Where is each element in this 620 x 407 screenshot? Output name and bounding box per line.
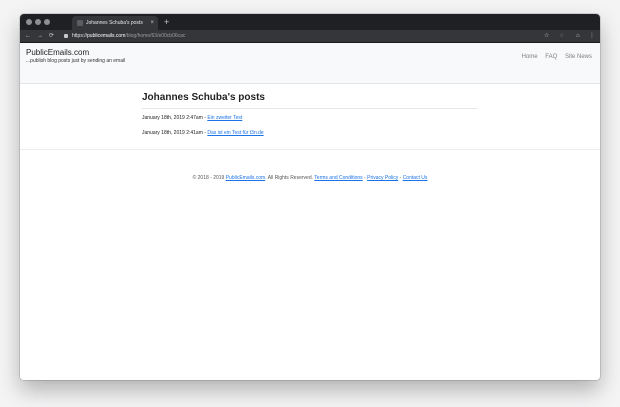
site-tagline: ...publish blog posts just by sending an… bbox=[26, 58, 126, 64]
footer-divider bbox=[20, 149, 600, 150]
forward-icon[interactable]: → bbox=[37, 30, 43, 42]
new-tab-button[interactable]: + bbox=[164, 15, 169, 29]
post-item: January 18th, 2019 2:41am - Das ist ein … bbox=[142, 129, 264, 137]
site-brand[interactable]: PublicEmails.com bbox=[26, 48, 89, 58]
bookmark-star-icon[interactable]: ☆ bbox=[544, 30, 549, 42]
close-tab-icon[interactable]: × bbox=[150, 18, 154, 28]
page-title: Johannes Schuba's posts bbox=[142, 92, 265, 103]
browser-toolbar: ← → ⟳ https://publicemails.com/blog/home… bbox=[20, 30, 600, 43]
tab-title: Johannes Schuba's posts bbox=[86, 20, 143, 26]
address-bar[interactable]: https://publicemails.com/blog/home/63/e0… bbox=[72, 30, 185, 42]
close-window-dot[interactable] bbox=[26, 19, 32, 25]
nav-faq-link[interactable]: FAQ bbox=[545, 54, 557, 60]
profile-icon[interactable]: ⌂ bbox=[576, 30, 580, 42]
post-date: January 18th, 2019 2:41am bbox=[142, 130, 203, 136]
site-header: PublicEmails.com ...publish blog posts j… bbox=[20, 43, 600, 84]
nav-site-news-link[interactable]: Site News bbox=[565, 54, 592, 60]
browser-window: Johannes Schuba's posts × + ← → ⟳ https:… bbox=[20, 14, 600, 380]
menu-icon[interactable]: ⋮ bbox=[589, 30, 595, 42]
post-date: January 18th, 2019 2:47am bbox=[142, 115, 203, 121]
footer-copyright: © 2018 - 2019 bbox=[192, 175, 226, 181]
back-icon[interactable]: ← bbox=[25, 30, 31, 42]
terms-link[interactable]: Terms and Conditions bbox=[314, 175, 362, 181]
post-link[interactable]: Ein zweiter Test bbox=[207, 115, 242, 121]
site-footer: © 2018 - 2019 PublicEmails.com. All Righ… bbox=[20, 174, 600, 182]
url-scheme: https:// bbox=[72, 33, 88, 39]
active-tab[interactable]: Johannes Schuba's posts × bbox=[72, 16, 158, 30]
footer-site-link[interactable]: PublicEmails.com bbox=[226, 175, 265, 181]
privacy-link[interactable]: Privacy Policy bbox=[367, 175, 398, 181]
page-content: PublicEmails.com ...publish blog posts j… bbox=[20, 43, 600, 380]
url-host: publicemails.com bbox=[87, 33, 126, 39]
lock-icon bbox=[64, 34, 68, 38]
url-path: /blog/home/63/e00cb06cac bbox=[125, 33, 186, 39]
nav-home-link[interactable]: Home bbox=[522, 54, 538, 60]
maximize-window-dot[interactable] bbox=[44, 19, 50, 25]
reload-icon[interactable]: ⟳ bbox=[49, 30, 54, 42]
tab-strip: Johannes Schuba's posts × + bbox=[20, 14, 600, 30]
footer-rights: . All Rights Reserved. bbox=[265, 175, 315, 181]
contact-link[interactable]: Contact Us bbox=[403, 175, 428, 181]
post-item: January 18th, 2019 2:47am - Ein zweiter … bbox=[142, 114, 242, 122]
favicon-icon bbox=[77, 20, 83, 26]
post-link[interactable]: Das ist ein Test für t3n.de bbox=[207, 130, 263, 136]
title-divider bbox=[142, 108, 478, 109]
site-nav: Home FAQ Site News bbox=[516, 53, 592, 62]
minimize-window-dot[interactable] bbox=[35, 19, 41, 25]
extension-icon[interactable]: ◌ bbox=[560, 30, 564, 42]
